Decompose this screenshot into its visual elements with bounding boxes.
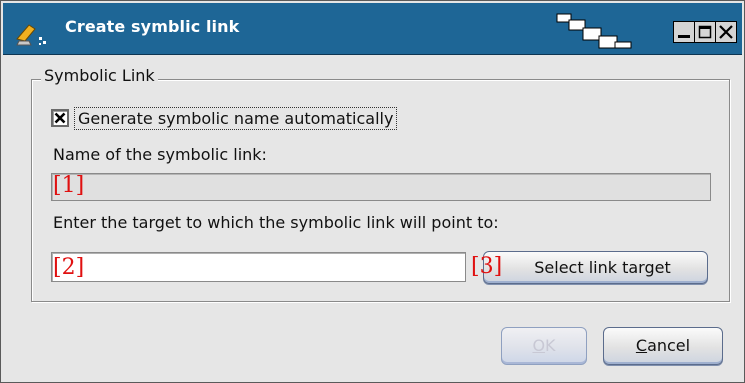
- close-icon: [719, 25, 733, 39]
- maximize-button[interactable]: [694, 21, 716, 43]
- auto-name-checkbox[interactable]: [51, 109, 69, 127]
- ok-button-label: OK: [532, 336, 556, 355]
- minimize-button[interactable]: [673, 21, 695, 43]
- link-target-input[interactable]: [51, 252, 466, 282]
- maximize-icon: [698, 25, 712, 39]
- link-name-field: [51, 173, 711, 201]
- groupbox-title: Symbolic Link: [41, 66, 158, 85]
- create-symlink-dialog: Create symblic link Symbolic Link Genera…: [0, 0, 745, 383]
- auto-name-checkbox-row[interactable]: Generate symbolic name automatically: [51, 105, 398, 131]
- select-link-target-label: Select link target: [534, 258, 671, 277]
- cancel-button[interactable]: Cancel: [603, 327, 723, 365]
- select-link-target-button[interactable]: Select link target: [483, 251, 708, 284]
- annotation-marker-2: [2]: [53, 255, 85, 280]
- create-link-app-icon: [16, 24, 46, 46]
- minimize-icon: [678, 35, 690, 38]
- auto-name-checkbox-label[interactable]: Generate symbolic name automatically: [74, 106, 398, 130]
- window-switch-icon[interactable]: [555, 10, 633, 50]
- link-name-label: Name of the symbolic link:: [53, 145, 267, 164]
- check-icon: [54, 112, 66, 124]
- cancel-button-label: Cancel: [635, 336, 691, 355]
- link-target-label: Enter the target to which the symbolic l…: [53, 213, 499, 232]
- close-button[interactable]: [715, 21, 737, 43]
- window-controls: [673, 21, 737, 43]
- title-bar[interactable]: Create symblic link: [3, 3, 742, 55]
- ok-button[interactable]: OK: [501, 327, 587, 365]
- window-title: Create symblic link: [65, 17, 240, 36]
- annotation-marker-1: [1]: [53, 173, 85, 198]
- annotation-marker-3: [3]: [471, 254, 503, 279]
